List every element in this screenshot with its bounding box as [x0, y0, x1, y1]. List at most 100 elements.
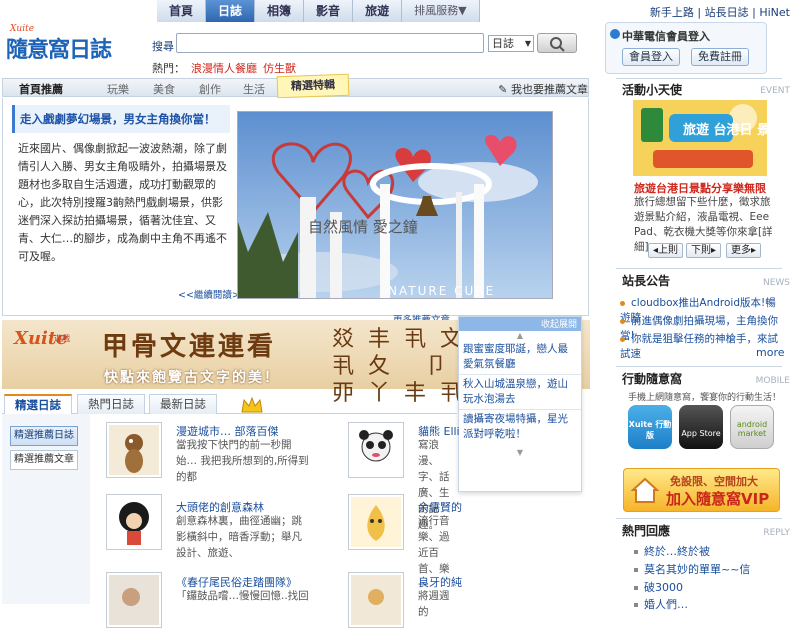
tab-hot-blogs[interactable]: 熱門日誌 — [77, 394, 145, 414]
tab-new-blogs[interactable]: 最新日誌 — [149, 394, 217, 414]
android-market-icon[interactable]: android market — [730, 405, 774, 449]
blog-thumb-art — [351, 425, 401, 475]
vip-tagline: 免設限、空間加大 — [670, 475, 758, 488]
feature-photo[interactable]: 自然風情 愛之鐘 NATURE CURE — [237, 111, 553, 299]
tab-play[interactable]: 玩樂 — [107, 81, 129, 97]
blog-thumb[interactable] — [348, 422, 404, 478]
vip-banner[interactable]: 免設限、空間加大 加入隨意窩VIP — [623, 468, 780, 512]
mobile-tag: MOBILE — [755, 376, 790, 386]
search-input[interactable] — [176, 33, 484, 53]
blog-tabs: 精選日誌 熱門日誌 最新日誌 — [2, 392, 457, 414]
top-nav: 首頁 日誌 相簿 影音 旅遊 排風服務▼ — [157, 0, 480, 22]
prev-button[interactable]: ◂上則 — [648, 243, 684, 258]
reply-item[interactable]: 婚人們… — [634, 596, 688, 612]
mobile-icon-label: Xuite 行動版 — [628, 420, 672, 440]
blog-thumb[interactable] — [106, 422, 162, 478]
chevron-down-icon: ▼ — [524, 39, 531, 48]
blog-thumb-art — [109, 425, 159, 475]
top-links: 新手上路 | 站長日誌 | HiNet — [650, 4, 790, 20]
link-hinet[interactable]: HiNet — [759, 6, 790, 19]
feature-title[interactable]: 走入戲劇夢幻場景，男女主角換你當！ — [20, 111, 216, 127]
news-more-link[interactable]: more — [756, 346, 785, 359]
crown-icon — [241, 396, 263, 413]
mobile-title: 行動隨意窩 — [622, 372, 683, 386]
link-newbie[interactable]: 新手上路 — [650, 6, 694, 19]
banner-title: 甲骨文連連看 — [102, 332, 277, 362]
blog-thumb[interactable] — [348, 572, 404, 628]
chevron-up-icon[interactable]: ▲ — [459, 331, 581, 340]
logo-name: 隨意窩日誌 — [6, 38, 112, 63]
site-logo[interactable]: Xuite 隨意窩日誌 — [6, 24, 118, 63]
blog-thumb-art — [351, 575, 401, 625]
tab-life[interactable]: 生活 — [243, 81, 265, 97]
app-store-icon[interactable]: App Store — [679, 405, 723, 449]
xuite-mobile-icon[interactable]: Xuite 行動版 — [628, 405, 672, 449]
search-button[interactable] — [537, 33, 577, 53]
nav-tab-blog[interactable]: 日誌 — [206, 0, 256, 22]
news-panel — [616, 268, 782, 269]
nav-tab-video[interactable]: 影音 — [304, 0, 354, 22]
mobile-desc: 手機上網隨意窩，饗宴你的行動生活！ — [628, 393, 782, 403]
collapse-label[interactable]: 收起展開 — [541, 320, 577, 330]
arrow-right-icon: ▸ — [751, 245, 757, 256]
cht-logo-icon — [610, 29, 620, 39]
chevron-down-icon[interactable]: ▼ — [459, 448, 581, 457]
nav-tab-album[interactable]: 相簿 — [255, 0, 305, 22]
photo-sign-text-en: NATURE CURE — [388, 284, 495, 298]
blog-thumb[interactable] — [106, 572, 162, 628]
news-tag: NEWS — [762, 278, 790, 288]
blog-thumb[interactable] — [106, 494, 162, 550]
member-login-box: 中華電信會員登入 會員登入 免費註冊 — [605, 22, 767, 74]
dropdown-item[interactable]: 秋入山城溫泉戀，遊山玩水泡湯去 — [459, 374, 581, 409]
dropdown-item[interactable]: 跟蜜蜜度耶誕，戀人最愛氣氛餐廳 — [459, 340, 581, 374]
banner-game: 遊戲 — [54, 334, 70, 343]
reply-tag: REPLY — [763, 528, 790, 538]
reply-item[interactable]: 終於…終於被 — [634, 543, 710, 559]
tab-recommend[interactable]: 首頁推薦 — [19, 81, 63, 97]
more-label: 更多 — [731, 245, 751, 256]
tab-create[interactable]: 創作 — [199, 81, 221, 97]
hot-keyword[interactable]: 仿生獸 — [263, 62, 296, 75]
dropdown-item[interactable]: 讀攝寄夜場特攝，星光派對呼乾啦！ — [459, 409, 581, 444]
nav-more-services[interactable]: 排風服務▼ — [402, 0, 480, 22]
tab-featured-blogs[interactable]: 精選日誌 — [4, 394, 72, 414]
left-nav-featured-blog[interactable]: 精選推薦日誌 — [10, 426, 78, 446]
reply-panel — [616, 518, 782, 519]
promo-title[interactable]: 旅遊台港日景點分享樂無限 — [634, 180, 766, 196]
reply-item[interactable]: 莫名其妙的單單~~信 — [634, 561, 750, 577]
link-admin-blog[interactable]: 站長日誌 — [705, 6, 749, 19]
next-button[interactable]: 下則▸ — [686, 243, 722, 258]
top-link-sep: | — [697, 6, 702, 19]
banner-subtitle: 快點來飽覽古文字的美！ — [104, 370, 280, 386]
home-icon — [630, 477, 660, 503]
prev-label: 上則 — [658, 245, 679, 256]
reply-item[interactable]: 破3000 — [634, 579, 683, 595]
arrow-right-icon: ▸ — [711, 245, 717, 256]
activity-tag: EVENT — [760, 86, 790, 96]
hot-keyword[interactable]: 浪漫情人餐廳 — [191, 62, 257, 75]
activity-promo-image[interactable]: 旅遊 台港日 景點分享樂無限 — [633, 100, 800, 176]
top-link-sep: | — [752, 6, 756, 19]
dropdown-header: 收起展開 — [459, 317, 581, 331]
nav-tab-home[interactable]: 首頁 — [157, 0, 207, 22]
search-label: 搜尋 — [152, 40, 174, 53]
blog-thumb[interactable] — [348, 494, 404, 550]
nav-tab-travel[interactable]: 旅遊 — [353, 0, 403, 22]
recommend-article-link[interactable]: ✎ 我也要推薦文章 — [498, 81, 588, 97]
blog-thumb-art — [109, 497, 159, 547]
more-button[interactable]: 更多▸ — [726, 243, 762, 258]
member-title: 中華電信會員登入 — [622, 30, 710, 43]
recommend-article-label: 我也要推薦文章 — [511, 83, 588, 96]
reply-title: 熱門回應 — [622, 524, 671, 538]
register-button[interactable]: 免費註冊 — [691, 48, 749, 66]
recommend-dropdown: 收起展開 ▲ 跟蜜蜜度耶誕，戀人最愛氣氛餐廳 秋入山城溫泉戀，遊山玩水泡湯去 讀… — [458, 316, 582, 492]
member-login-button[interactable]: 會員登入 — [622, 48, 680, 66]
tab-featured-special[interactable]: 精選特輯 — [276, 73, 350, 99]
left-nav: 精選推薦日誌 精選推薦文章 — [2, 414, 90, 604]
blog-entry-body: 將週週的 — [418, 590, 450, 618]
hot-keywords: 熱門： 浪漫情人餐廳 仿生獸 — [152, 60, 296, 76]
pencil-icon: ✎ — [498, 83, 508, 96]
left-nav-featured-article[interactable]: 精選推薦文章 — [10, 450, 78, 470]
tab-food[interactable]: 美食 — [153, 81, 175, 97]
search-scope-select[interactable]: 日誌 ▼ — [488, 35, 534, 52]
